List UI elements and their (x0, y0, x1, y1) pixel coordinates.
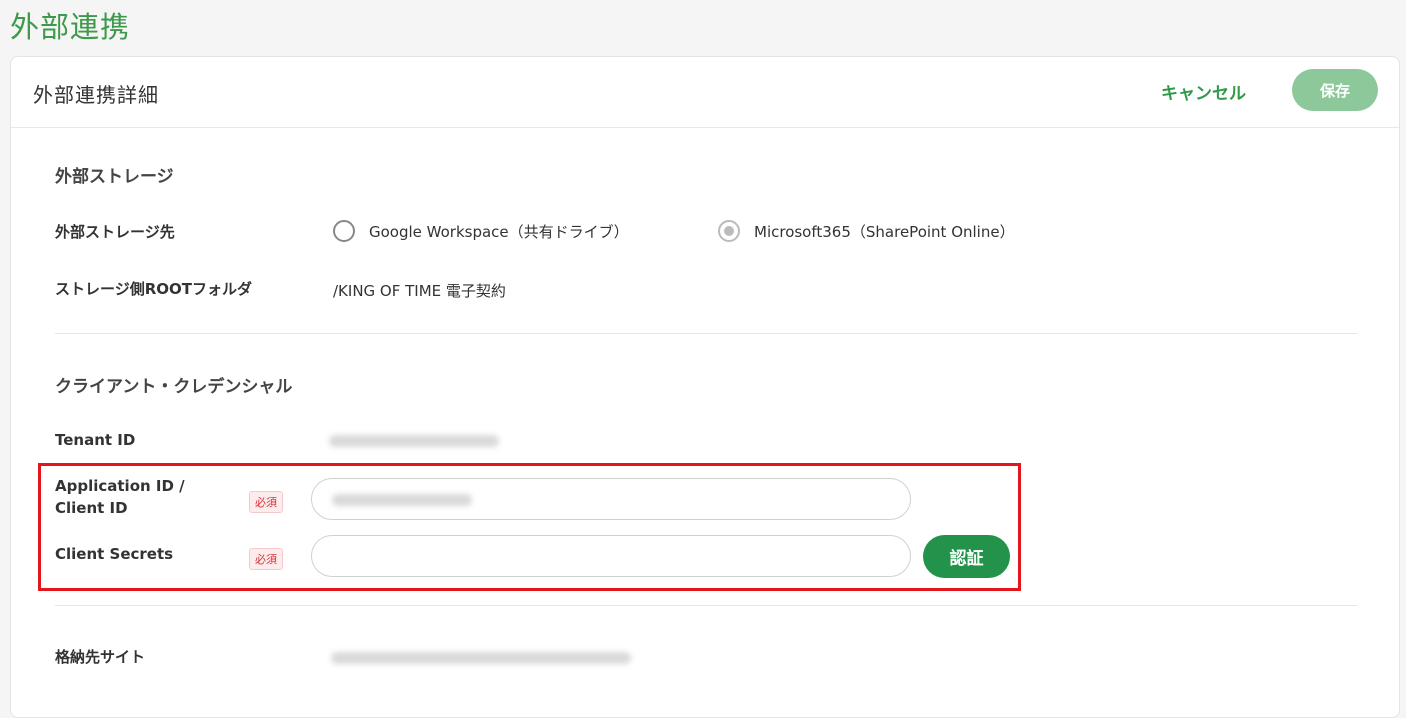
storage-destination-label: 外部ストレージ先 (55, 223, 175, 241)
external-integration-card: 外部連携詳細 キャンセル 保存 外部ストレージ 外部ストレージ先 Google … (10, 56, 1400, 718)
card-title: 外部連携詳細 (33, 83, 159, 107)
storage-site-label: 格納先サイト (55, 648, 146, 666)
tenant-id-label: Tenant ID (55, 431, 136, 449)
section-divider (55, 605, 1357, 606)
radio-microsoft365[interactable]: Microsoft365（SharePoint Online） (718, 220, 1015, 242)
storage-section-title: 外部ストレージ (55, 167, 174, 187)
required-badge: 必須 (249, 491, 283, 513)
radio-microsoft365-label: Microsoft365（SharePoint Online） (754, 222, 1015, 241)
client-secrets-input[interactable] (311, 535, 911, 577)
required-badge: 必須 (249, 548, 283, 570)
radio-google-workspace-label: Google Workspace（共有ドライブ） (369, 222, 629, 241)
application-id-label-line2: Client ID (55, 499, 128, 517)
root-folder-label: ストレージ側ROOTフォルダ (55, 280, 252, 298)
authenticate-button[interactable]: 認証 (923, 535, 1010, 578)
application-id-label: Application ID / Client ID (55, 475, 185, 519)
storage-site-value-redacted (331, 652, 631, 664)
application-id-value-redacted (332, 494, 472, 506)
cancel-button[interactable]: キャンセル (1161, 79, 1246, 104)
section-divider (55, 333, 1357, 334)
card-header: 外部連携詳細 キャンセル 保存 (11, 57, 1399, 128)
application-id-input[interactable] (311, 478, 911, 520)
application-id-label-line1: Application ID / (55, 477, 185, 495)
save-button[interactable]: 保存 (1292, 69, 1378, 111)
page-title: 外部連携 (10, 10, 131, 44)
radio-checked-icon (718, 220, 740, 242)
root-folder-value: /KING OF TIME 電子契約 (333, 282, 506, 300)
radio-unchecked-icon (333, 220, 355, 242)
radio-google-workspace[interactable]: Google Workspace（共有ドライブ） (333, 220, 629, 242)
client-secrets-label: Client Secrets (55, 545, 174, 563)
tenant-id-value-redacted (329, 435, 499, 447)
credential-section-title: クライアント・クレデンシャル (55, 377, 293, 397)
